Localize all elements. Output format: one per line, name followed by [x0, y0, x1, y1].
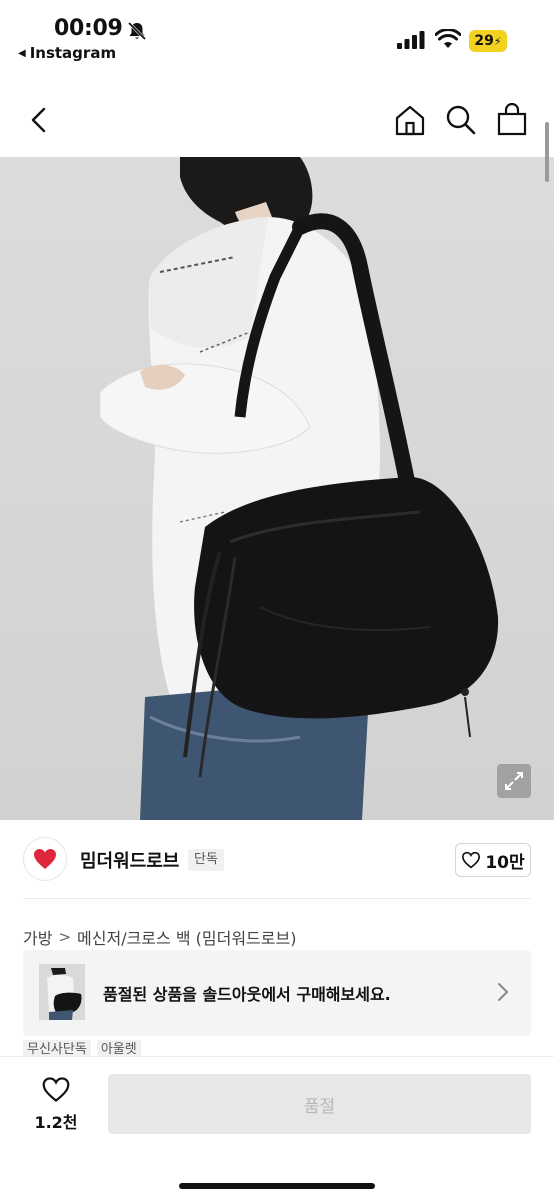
status-bar: 00:09 ◀ Instagram 29 ⚡ [0, 0, 554, 70]
battery-indicator: 29 ⚡ [469, 30, 507, 52]
brand-logo[interactable] [23, 837, 67, 881]
back-to-app-link[interactable]: ◀ Instagram [18, 44, 116, 62]
chevron-right-icon [498, 983, 509, 1001]
breadcrumb-separator: > [58, 928, 72, 946]
breadcrumb: 가방 > 메신저/크로스 백 (밈더워드로브) [23, 925, 296, 949]
search-icon[interactable] [445, 104, 477, 136]
breadcrumb-subcategory[interactable]: 메신저/크로스 백 (밈더워드로브) [77, 925, 296, 949]
home-indicator[interactable] [179, 1183, 375, 1189]
heart-logo-icon [34, 849, 56, 869]
bell-muted-icon [127, 21, 147, 41]
product-image[interactable] [0, 157, 554, 820]
wishlist-count: 1.2천 [34, 1113, 78, 1132]
back-app-label: Instagram [29, 44, 117, 62]
home-icon[interactable] [394, 104, 426, 136]
expand-icon [505, 772, 523, 790]
top-nav-bar [0, 80, 554, 158]
brand-like-count: 10만 [485, 852, 525, 873]
section-divider [23, 898, 531, 899]
cellular-signal-icon [397, 31, 425, 49]
charging-icon: ⚡ [493, 34, 502, 48]
banner-thumbnail [39, 964, 85, 1020]
wishlist-button[interactable]: 1.2천 [30, 1076, 82, 1133]
back-chevron-icon[interactable] [28, 106, 50, 134]
brand-like-button[interactable]: 10만 [455, 843, 531, 877]
back-triangle-icon: ◀ [18, 47, 26, 59]
product-photo [99, 157, 499, 820]
heart-outline-icon [42, 1077, 70, 1102]
soldout-button-label: 품절 [303, 1096, 336, 1117]
status-time: 00:09 [54, 16, 123, 41]
breadcrumb-category[interactable]: 가방 [23, 925, 52, 949]
brand-name[interactable]: 밈더워드로브 [80, 847, 179, 873]
thumbnail-photo [47, 968, 82, 1020]
wifi-icon [435, 29, 461, 48]
soldout-banner[interactable]: 품절된 상품을 솔드아웃에서 구매해보세요. [23, 950, 531, 1036]
exclusive-badge: 단독 [188, 849, 224, 871]
shopping-bag-icon[interactable] [497, 103, 527, 136]
heart-outline-icon [462, 851, 481, 869]
battery-level: 29 [474, 33, 494, 49]
page-scrollbar[interactable] [545, 122, 549, 182]
expand-image-button[interactable] [497, 764, 531, 798]
soldout-banner-text: 품절된 상품을 솔드아웃에서 구매해보세요. [103, 985, 391, 1004]
soldout-purchase-button[interactable]: 품절 [108, 1074, 531, 1134]
